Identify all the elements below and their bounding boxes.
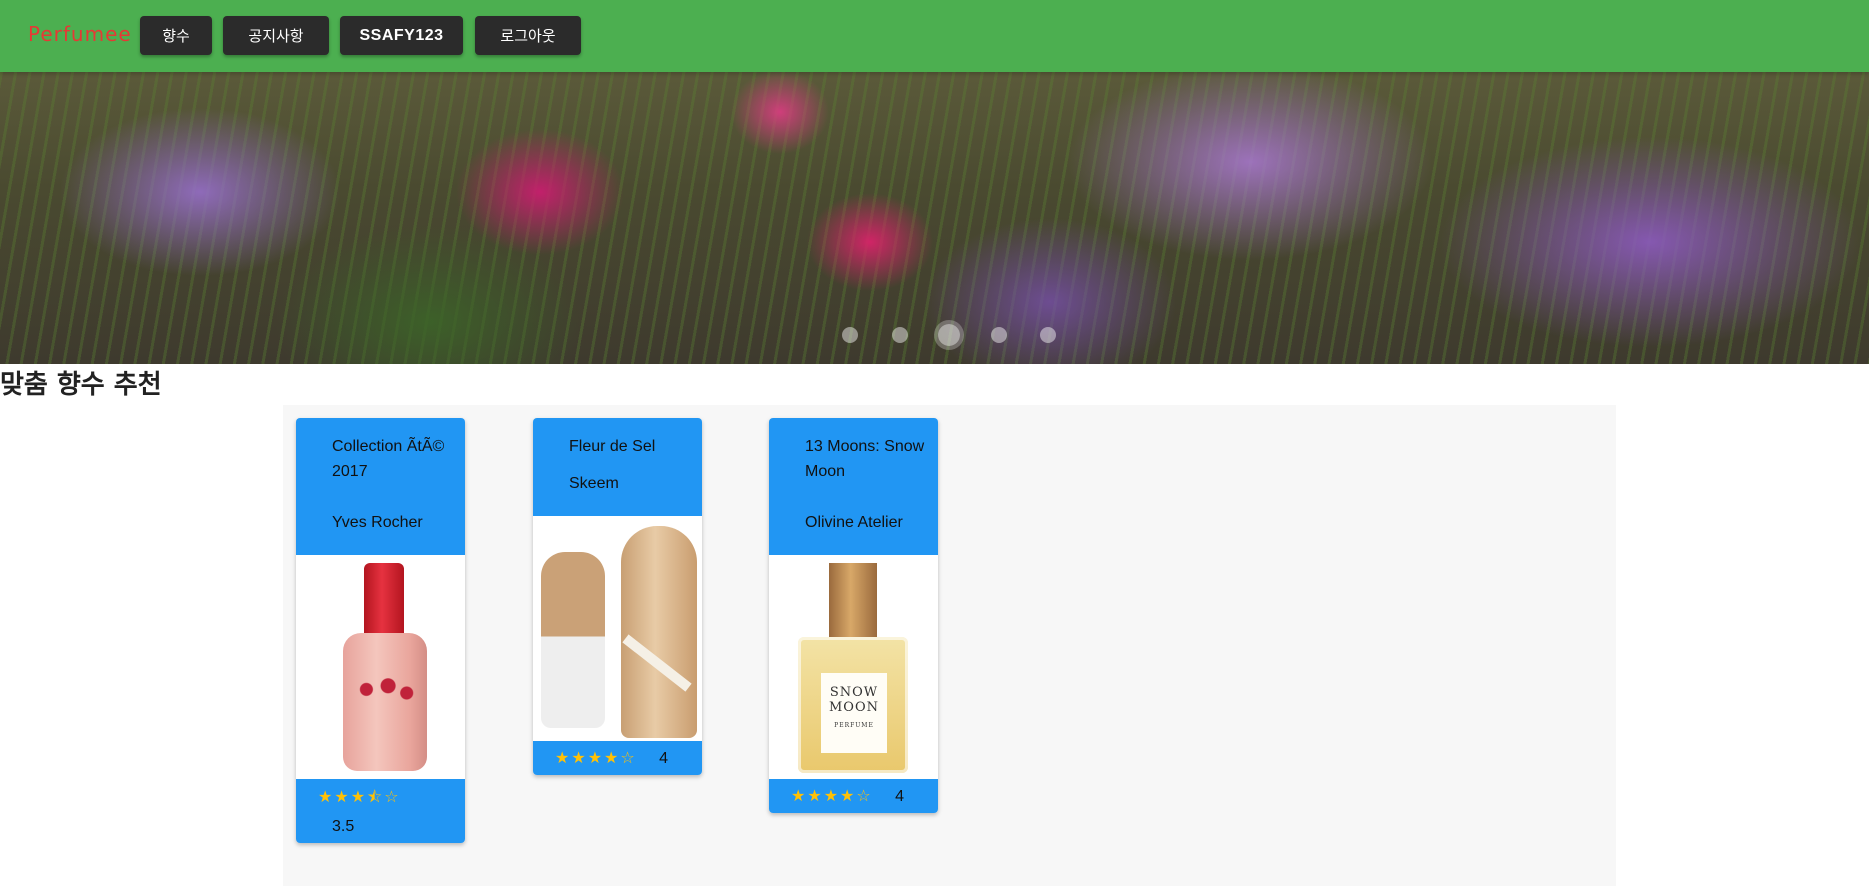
rating-value: 4 bbox=[659, 750, 669, 767]
bottle-label-text: SNOW MOON bbox=[828, 685, 879, 715]
hero-carousel-image bbox=[0, 72, 1869, 364]
card-rating: ★★★★☆ 4 bbox=[533, 741, 702, 775]
carousel-dot-3[interactable] bbox=[938, 324, 960, 346]
nav-perfume-button[interactable]: 향수 bbox=[140, 16, 212, 55]
bottle-cap-shape bbox=[364, 563, 404, 635]
nav-notice-button[interactable]: 공지사항 bbox=[223, 16, 329, 55]
perfume-card[interactable]: 13 Moons: Snow Moon Olivine Atelier SNOW… bbox=[769, 418, 938, 813]
carousel-dot-2[interactable] bbox=[892, 327, 908, 343]
star-full-icon: ★ bbox=[350, 787, 368, 806]
perfume-card[interactable]: Fleur de Sel Skeem ★★★★☆ 4 bbox=[533, 418, 702, 775]
star-full-icon: ★ bbox=[318, 787, 335, 806]
star-full-icon: ★ bbox=[823, 786, 841, 805]
perfume-image bbox=[296, 555, 465, 779]
rating-stars: ★★★★☆ bbox=[555, 748, 637, 767]
perfume-brand: Yves Rocher bbox=[332, 514, 423, 531]
bottle-shape bbox=[541, 552, 605, 728]
star-empty-icon: ☆ bbox=[384, 787, 401, 806]
card-header: Collection ÃtÃ© 2017 Yves Rocher bbox=[296, 418, 465, 555]
carousel-indicators bbox=[0, 324, 1869, 346]
star-half-icon: ⯪ bbox=[367, 787, 385, 806]
perfume-brand: Olivine Atelier bbox=[805, 514, 903, 531]
carousel-dot-4[interactable] bbox=[991, 327, 1007, 343]
star-full-icon: ★ bbox=[334, 787, 351, 806]
bottle-cap-shape bbox=[829, 563, 877, 639]
star-full-icon: ★ bbox=[604, 748, 621, 767]
card-rating: ★★★★☆ 4 bbox=[769, 779, 938, 813]
nav-user-button[interactable]: SSAFY123 bbox=[340, 16, 463, 55]
bottle-print-shape bbox=[354, 675, 416, 711]
card-rating: ★★★⯪☆ 3.5 bbox=[296, 779, 465, 843]
star-empty-icon: ☆ bbox=[856, 786, 873, 805]
carousel-dot-1[interactable] bbox=[842, 327, 858, 343]
star-full-icon: ★ bbox=[791, 786, 808, 805]
tube-shape bbox=[621, 526, 697, 738]
app-bar: Perfumee 향수 공지사항 SSAFY123 로그아웃 bbox=[0, 0, 1869, 72]
perfume-name: Collection ÃtÃ© 2017 bbox=[332, 438, 445, 480]
star-full-icon: ★ bbox=[587, 748, 605, 767]
rating-value: 4 bbox=[895, 788, 905, 805]
perfume-brand: Skeem bbox=[569, 475, 619, 492]
star-full-icon: ★ bbox=[555, 748, 572, 767]
section-title: 맞춤 향수 추천 bbox=[0, 370, 162, 400]
bottle-label-subtext: PERFUME bbox=[834, 722, 874, 729]
perfume-image: SNOW MOON PERFUME bbox=[769, 555, 938, 779]
card-header: 13 Moons: Snow Moon Olivine Atelier bbox=[769, 418, 938, 555]
perfume-name: 13 Moons: Snow Moon bbox=[805, 438, 925, 480]
bottle-label: SNOW MOON PERFUME bbox=[821, 673, 887, 753]
perfume-name: Fleur de Sel bbox=[569, 438, 656, 455]
recommendation-panel: Collection ÃtÃ© 2017 Yves Rocher ★★★⯪☆ 3… bbox=[283, 405, 1616, 886]
star-full-icon: ★ bbox=[571, 748, 588, 767]
star-full-icon: ★ bbox=[840, 786, 857, 805]
app-logo[interactable]: Perfumee bbox=[28, 22, 132, 46]
rating-value: 3.5 bbox=[332, 818, 355, 835]
carousel-dot-5[interactable] bbox=[1040, 327, 1056, 343]
perfume-image bbox=[533, 516, 702, 741]
perfume-card[interactable]: Collection ÃtÃ© 2017 Yves Rocher ★★★⯪☆ 3… bbox=[296, 418, 465, 843]
rating-stars: ★★★★☆ bbox=[791, 786, 873, 805]
star-empty-icon: ☆ bbox=[620, 748, 637, 767]
nav-logout-button[interactable]: 로그아웃 bbox=[475, 16, 581, 55]
card-header: Fleur de Sel Skeem bbox=[533, 418, 702, 516]
rating-stars: ★★★⯪☆ bbox=[318, 786, 401, 813]
star-full-icon: ★ bbox=[807, 786, 824, 805]
